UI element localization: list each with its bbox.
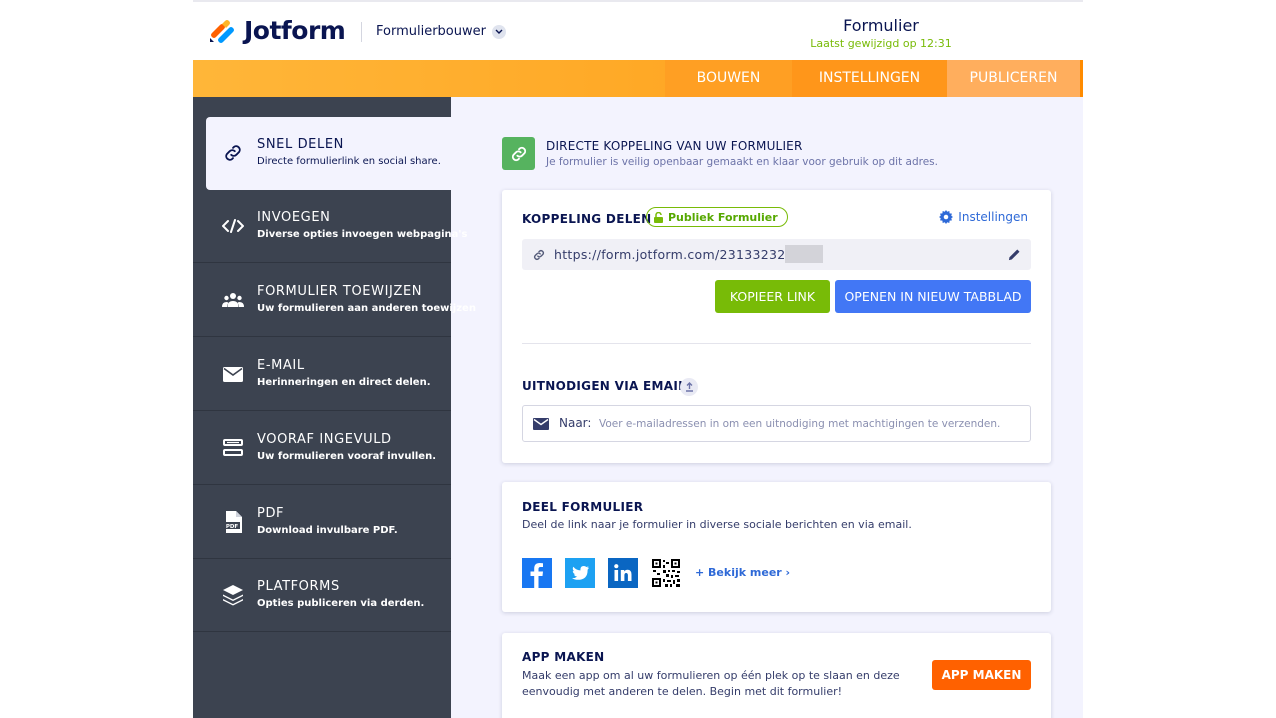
top-header: Jotform Formulierbouwer Formulier Laatst… [193, 0, 1083, 60]
envelope-icon [533, 418, 549, 430]
share-form-title: DEEL FORMULIER [522, 500, 644, 514]
sidebar-item-title: E-MAIL [257, 358, 305, 373]
publish-sidebar: SNEL DELEN Directe formulierlink en soci… [193, 97, 476, 718]
section-title: DIRECTE KOPPELING VAN UW FORMULIER [546, 139, 803, 153]
sidebar-item-subtitle: Uw formulieren vooraf invullen. [257, 451, 436, 462]
open-new-tab-button[interactable]: OPENEN IN NIEUW TABBLAD [835, 280, 1031, 313]
sidebar-item-e-mail[interactable]: E-MAIL Herinneringen en direct delen. [193, 338, 451, 411]
sidebar-item-subtitle: Herinneringen en direct delen. [257, 377, 431, 388]
chevron-down-icon [491, 24, 506, 39]
twitter-share-button[interactable] [565, 558, 595, 588]
share-link-card: KOPPELING DELEN Publiek Formulier Instel… [502, 190, 1051, 463]
app-maken-description: Maak een app om al uw formulieren op één… [522, 669, 900, 698]
builder-label: Formulierbouwer [376, 24, 486, 39]
sidebar-item-subtitle: Download invulbare PDF. [257, 525, 398, 536]
sidebar-item-title: FORMULIER TOEWIJZEN [257, 284, 423, 299]
prefill-icon [221, 438, 245, 458]
invite-email-label: UITNODIGEN VIA EMAIL [522, 379, 687, 393]
sidebar-item-formulier-toewijzen[interactable]: FORMULIER TOEWIJZEN Uw formulieren aan a… [193, 264, 476, 337]
share-form-description: Deel de link naar je formulier in divers… [522, 518, 912, 531]
sidebar-item-title: PLATFORMS [257, 579, 340, 594]
sidebar-item-title: SNEL DELEN [257, 137, 344, 152]
jotform-logo[interactable]: Jotform [209, 16, 346, 45]
share-link-label: KOPPELING DELEN [522, 212, 652, 226]
sidebar-item-snel-delen[interactable]: SNEL DELEN Directe formulierlink en soci… [206, 117, 451, 190]
app-maken-card: APP MAKEN Maak een app om al uw formulie… [502, 633, 1051, 718]
link-icon [502, 137, 535, 170]
upload-icon[interactable] [680, 378, 698, 396]
pdf-icon: PDF [221, 511, 245, 533]
builder-nav: BOUWEN INSTELLINGEN PUBLICEREN [193, 60, 1083, 97]
share-form-card: DEEL FORMULIER Deel de link naar je form… [502, 482, 1051, 612]
envelope-icon [221, 364, 245, 384]
section-subtitle: Je formulier is veilig openbaar gemaakt … [546, 156, 938, 168]
public-form-badge[interactable]: Publiek Formulier [646, 207, 788, 227]
jotform-logo-icon [210, 19, 234, 43]
email-to-label: Naar: [559, 416, 592, 430]
qr-code-button[interactable] [651, 558, 681, 588]
builder-dropdown[interactable]: Formulierbouwer [376, 24, 506, 39]
layers-icon [221, 585, 245, 606]
tab-instellingen[interactable]: INSTELLINGEN [792, 60, 947, 97]
logo-text: Jotform [244, 16, 346, 45]
jotform-app: Jotform Formulierbouwer Formulier Laatst… [193, 0, 1083, 718]
sidebar-item-pdf[interactable]: PDF PDF Download invulbare PDF. [193, 486, 451, 559]
copy-link-button[interactable]: KOPIEER LINK [715, 280, 830, 313]
gear-icon [939, 210, 954, 224]
link-icon [221, 143, 245, 163]
sidebar-item-subtitle: Opties publiceren via derden. [257, 598, 425, 609]
sidebar-item-platforms[interactable]: PLATFORMS Opties publiceren via derden. [193, 559, 451, 632]
qr-code-icon [651, 558, 681, 588]
sidebar-item-subtitle: Directe formulierlink en social share. [257, 156, 441, 167]
form-title[interactable]: Formulier [793, 16, 969, 35]
code-icon [221, 216, 245, 236]
app-maken-button[interactable]: APP MAKEN [932, 660, 1031, 690]
sidebar-item-subtitle: Uw formulieren aan anderen toewijzen [257, 303, 476, 314]
facebook-icon [522, 558, 552, 588]
app-maken-title: APP MAKEN [522, 650, 605, 664]
public-form-badge-label: Publiek Formulier [668, 210, 778, 224]
see-more-link[interactable]: + Bekijk meer › [695, 566, 790, 579]
sidebar-item-subtitle: Diverse opties invoegen webpagina's [257, 229, 468, 240]
lock-icon [654, 211, 663, 223]
last-modified-status: Laatst gewijzigd op 12:31 [810, 37, 952, 50]
link-icon [534, 250, 544, 260]
pencil-icon[interactable] [1008, 248, 1021, 261]
linkedin-icon [608, 558, 638, 588]
settings-link[interactable]: Instellingen [939, 210, 1028, 224]
form-url-field[interactable]: https://form.jotform.com/2313323248 [522, 239, 1031, 270]
tab-publiceren[interactable]: PUBLICEREN [947, 60, 1083, 97]
sidebar-item-invoegen[interactable]: INVOEGEN Diverse opties invoegen webpagi… [193, 190, 467, 263]
twitter-icon [565, 558, 595, 588]
svg-text:PDF: PDF [226, 524, 239, 530]
card-divider [522, 343, 1031, 344]
email-input[interactable] [597, 412, 1021, 436]
users-icon [221, 290, 245, 310]
redacted-url-segment [785, 245, 823, 263]
sidebar-item-title: PDF [257, 506, 285, 521]
sidebar-item-title: VOORAF INGEVULD [257, 432, 392, 447]
sidebar-item-vooraf-ingevuld[interactable]: VOORAF INGEVULD Uw formulieren vooraf in… [193, 412, 451, 485]
settings-label: Instellingen [958, 210, 1028, 224]
tab-bouwen[interactable]: BOUWEN [665, 60, 792, 97]
linkedin-share-button[interactable] [608, 558, 638, 588]
sidebar-item-title: INVOEGEN [257, 210, 331, 225]
facebook-share-button[interactable] [522, 558, 552, 588]
header-divider [361, 22, 362, 42]
invite-email-field[interactable]: Naar: [522, 405, 1031, 442]
form-url-text: https://form.jotform.com/2313323248 [554, 247, 802, 262]
